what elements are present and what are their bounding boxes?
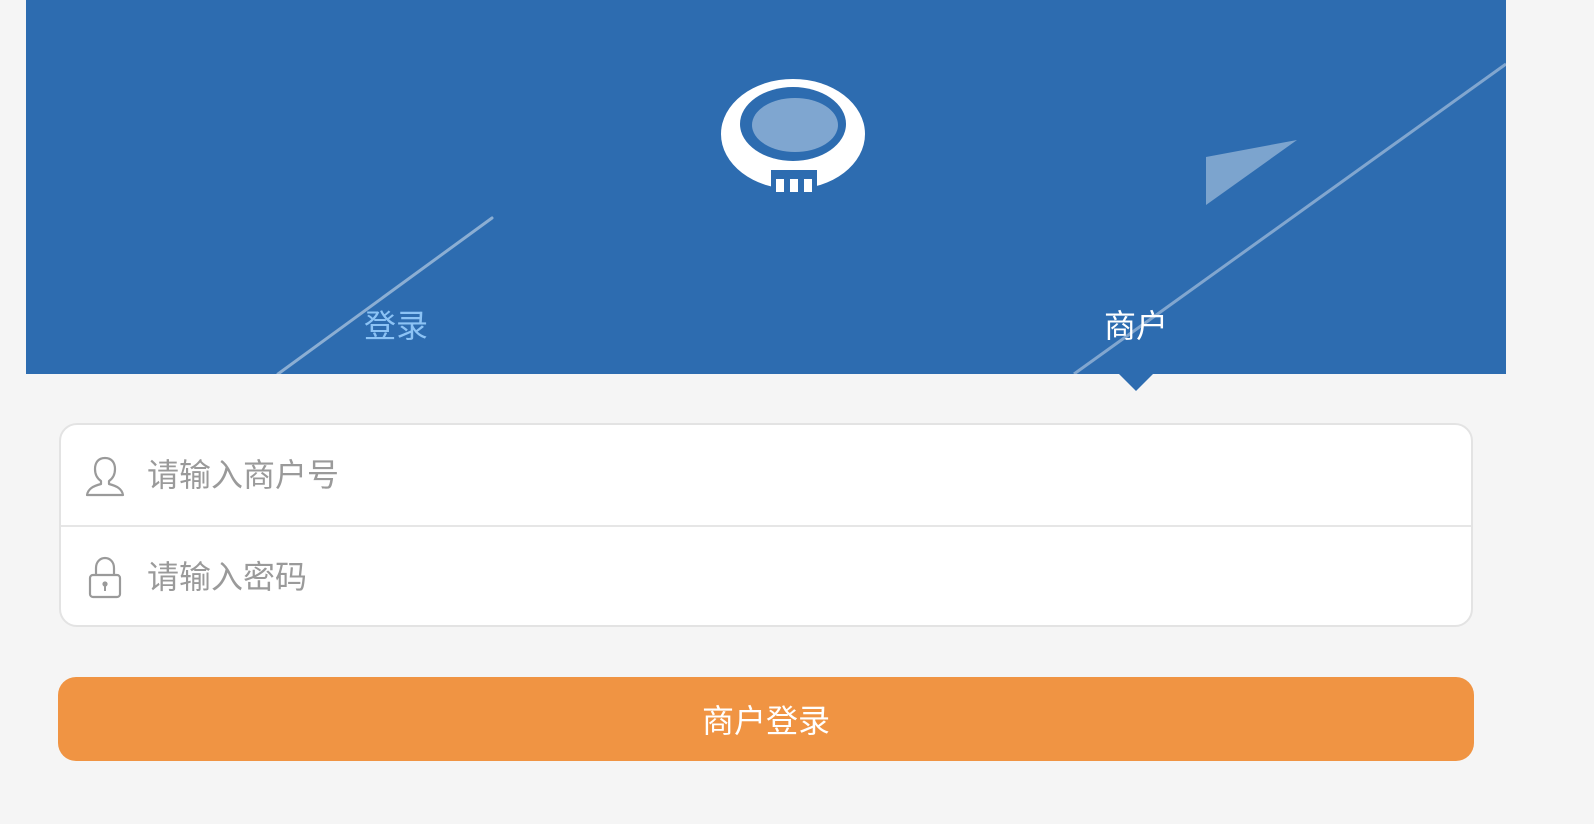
merchant-login-button[interactable]: 商户登录: [58, 677, 1474, 761]
user-icon: [85, 456, 125, 497]
tab-login[interactable]: 登录: [364, 306, 428, 346]
merchant-id-row: [61, 425, 1471, 525]
login-form: [59, 423, 1473, 627]
lock-icon: [88, 556, 122, 599]
password-input[interactable]: [147, 547, 1471, 607]
password-row: [61, 525, 1471, 625]
login-page: 登录 商户 商户登录: [0, 0, 1594, 824]
active-tab-indicator: [1119, 374, 1153, 391]
merchant-id-input[interactable]: [147, 445, 1471, 505]
tab-merchant[interactable]: 商户: [1104, 306, 1168, 346]
merchant-logo-icon: [721, 79, 865, 192]
header-banner: 登录 商户: [26, 0, 1506, 374]
